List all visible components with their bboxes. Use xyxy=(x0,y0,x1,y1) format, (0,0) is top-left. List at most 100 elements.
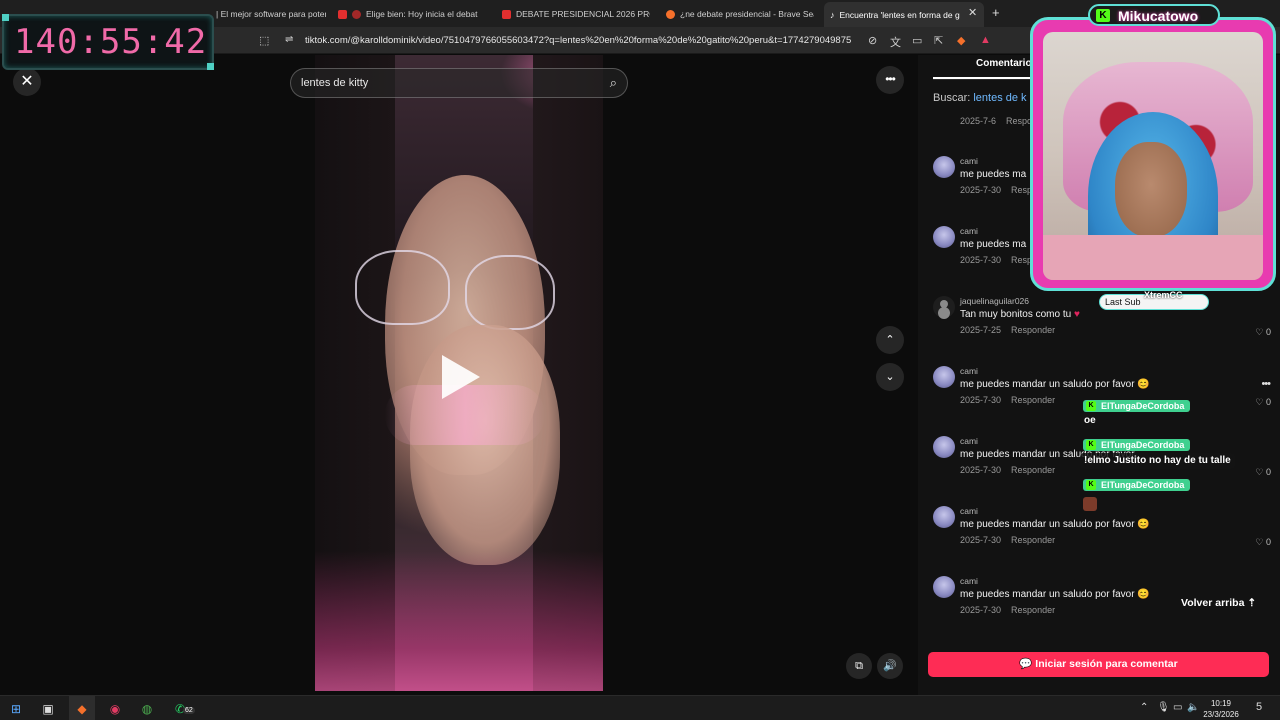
comment-meta: 2025-7-30 Responder xyxy=(960,605,1055,615)
notifications-icon[interactable]: 5 xyxy=(1256,701,1262,713)
comment-username[interactable]: cami xyxy=(960,436,978,446)
comment-username[interactable]: cami xyxy=(960,576,978,586)
like-button[interactable]: ♡ 0 xyxy=(1255,467,1271,478)
heart-outline-icon: ♡ xyxy=(1255,397,1264,407)
heart-outline-icon: ♡ xyxy=(1255,327,1264,337)
comment-date: 2025-7-30 xyxy=(960,605,1002,615)
comment-username[interactable]: cami xyxy=(960,156,978,166)
brave-browser-icon[interactable]: ◆ xyxy=(74,701,90,717)
reply-link[interactable]: Responder xyxy=(1011,535,1055,545)
avatar[interactable] xyxy=(933,436,955,458)
clock[interactable]: 10:19 23/3/2026 xyxy=(1201,698,1241,720)
microphone-icon[interactable]: 🎙 xyxy=(1157,702,1170,713)
avatar[interactable] xyxy=(933,156,955,178)
stream-timer: 140:55:42 xyxy=(2,14,214,70)
tab-debate[interactable]: DEBATE PRESIDENCIAL 2026 PROPUE xyxy=(502,4,650,24)
brave-rewards-icon[interactable]: ▲ xyxy=(980,34,991,46)
comment-text: me puedes mandar un saludo por favor 😊 xyxy=(960,379,1150,390)
task-view-icon[interactable]: ▣ xyxy=(40,701,56,717)
video-stage: lentes de kitty ⌕ ✕ ••• ⌃ ⌄ ⧉ 🔊 xyxy=(0,55,918,695)
start-icon[interactable]: ⊞ xyxy=(8,701,24,717)
like-button[interactable]: ♡ 0 xyxy=(1255,397,1271,408)
reply-link[interactable]: Responder xyxy=(1011,605,1055,615)
next-video-button[interactable]: ⌄ xyxy=(876,363,904,391)
reply-link[interactable]: Resp xyxy=(1011,255,1032,265)
chat-username-text: ElTungaDeCordoba xyxy=(1101,401,1185,411)
more-options-button[interactable]: ••• xyxy=(876,66,904,94)
close-tab-icon[interactable]: ✕ xyxy=(968,6,977,19)
chrome-icon[interactable]: ◍ xyxy=(139,701,155,717)
webcam-frame xyxy=(1030,17,1276,291)
url-field[interactable]: tiktok.com/@karolldominik/video/75104797… xyxy=(305,35,851,46)
tab-elige-bien[interactable]: Elige bien: Hoy inicia el debat xyxy=(338,4,486,24)
red-heart-icon: ♥ xyxy=(1073,309,1080,320)
tracking-off-icon[interactable]: ⊘ xyxy=(868,34,877,47)
tiktok-icon: ♪ xyxy=(830,9,835,20)
search-input[interactable]: lentes de kitty xyxy=(301,77,368,89)
comment-text-body: Tan muy bonitos como tu xyxy=(960,309,1072,320)
play-icon[interactable] xyxy=(442,355,480,399)
avatar[interactable] xyxy=(933,226,955,248)
reply-link[interactable]: Responder xyxy=(1011,325,1055,335)
chat-username: K ElTungaDeCordoba xyxy=(1083,439,1191,451)
obs-icon[interactable]: ◉ xyxy=(107,701,123,717)
youtube-icon xyxy=(338,9,347,19)
corner-accent xyxy=(2,14,9,21)
comment-more-icon[interactable]: ••• xyxy=(1261,378,1271,390)
avatar[interactable] xyxy=(933,366,955,388)
youtube-icon xyxy=(502,9,511,19)
site-info-icon[interactable]: ⇌ xyxy=(285,34,293,45)
floating-player-icon[interactable]: ⧉ xyxy=(846,653,872,679)
close-video-button[interactable]: ✕ xyxy=(13,68,41,96)
comment-item: cami me puedes mandar un saludo por favo… xyxy=(933,506,1273,576)
like-button[interactable]: ♡ 0 xyxy=(1255,537,1271,548)
cast-icon[interactable]: ▭ xyxy=(912,34,922,47)
new-tab-icon[interactable]: + xyxy=(992,5,1000,20)
whatsapp-badge: 62 xyxy=(183,707,195,714)
comment-text: Tan muy bonitos como tu ♥ xyxy=(960,309,1080,320)
comment-date: 2025-7-25 xyxy=(960,325,1002,335)
login-to-comment-button[interactable]: 💬 Iniciar sesión para comentar xyxy=(928,652,1269,677)
volume-tray-icon[interactable]: 🔈 xyxy=(1187,702,1199,713)
back-to-top-button[interactable]: Volver arriba ⇡ xyxy=(1181,597,1256,609)
reply-link[interactable]: Responder xyxy=(1011,395,1055,405)
default-avatar-icon[interactable] xyxy=(933,296,955,318)
notification-count: 5 xyxy=(1256,701,1263,713)
comment-meta: 2025-7-30 Resp xyxy=(960,185,1032,195)
comment-username[interactable]: cami xyxy=(960,506,978,516)
volume-icon[interactable]: 🔊 xyxy=(877,653,903,679)
tray-expand-icon[interactable]: ⌃ xyxy=(1140,702,1148,713)
corner-accent xyxy=(207,63,214,70)
comment-item: cami me puedes mandar un saludo por favo… xyxy=(933,576,1273,646)
bookmark-icon[interactable]: ⬚ xyxy=(259,34,269,47)
avatar[interactable] xyxy=(933,576,955,598)
video-search-bar[interactable]: lentes de kitty ⌕ xyxy=(290,68,628,98)
buscar-query-link[interactable]: lentes de k xyxy=(973,92,1026,104)
comment-username[interactable]: cami xyxy=(960,366,978,376)
related-search[interactable]: Buscar: lentes de k xyxy=(933,92,1027,104)
previous-video-button[interactable]: ⌃ xyxy=(876,326,904,354)
translate-icon[interactable]: 文 xyxy=(890,34,901,50)
share-icon[interactable]: ⇱ xyxy=(934,34,943,47)
network-icon[interactable]: ▭ xyxy=(1173,702,1182,713)
brave-search-icon xyxy=(666,9,675,19)
like-count: 0 xyxy=(1265,537,1271,547)
taskbar: ⊞ ▣ ◆ ◉ ◍ ✆ 62 ⌃ 🎙 ▭ 🔈 10:19 23/3/2026 5 xyxy=(0,695,1280,720)
tab-comments[interactable]: Comentario xyxy=(976,58,1032,69)
webcam-face xyxy=(1115,142,1187,237)
avatar[interactable] xyxy=(933,506,955,528)
tab-label: Encuentra 'lentes en forma de g xyxy=(839,9,960,20)
heart-outline-icon: ♡ xyxy=(1255,467,1264,477)
comment-date: 2025-7-30 xyxy=(960,395,1002,405)
comment-username[interactable]: cami xyxy=(960,226,978,236)
reply-link[interactable]: Responder xyxy=(1011,465,1055,475)
tab-brave-search[interactable]: ¿ne debate presidencial - Brave Searc xyxy=(666,4,814,24)
tab-tiktok-active[interactable]: ♪ Encuentra 'lentes en forma de g xyxy=(824,2,984,27)
brave-shield-icon[interactable]: ◆ xyxy=(957,34,965,47)
comment-username[interactable]: jaquelinaguilar026 xyxy=(960,296,1029,306)
tab-software[interactable]: | El mejor software para poter xyxy=(216,4,326,24)
search-icon[interactable]: ⌕ xyxy=(610,75,617,91)
chat-emote-icon xyxy=(1083,497,1097,511)
reply-link[interactable]: Resp xyxy=(1011,185,1032,195)
like-button[interactable]: ♡ 0 xyxy=(1255,327,1271,338)
